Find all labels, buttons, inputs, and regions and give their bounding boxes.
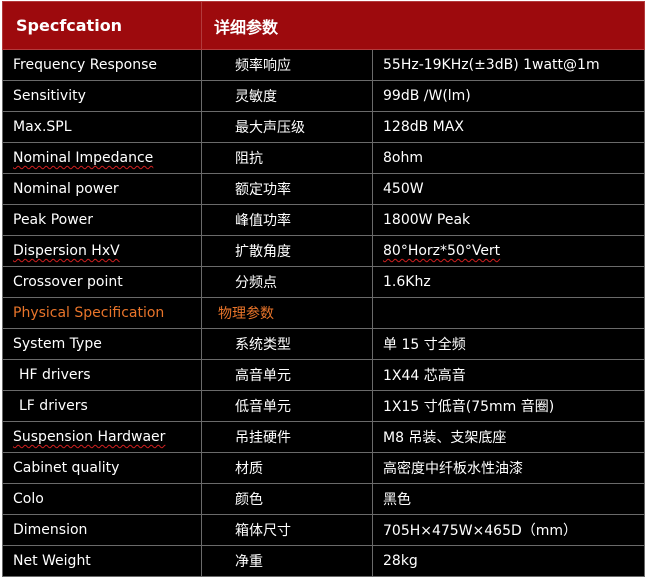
- spec-name: Peak Power: [2, 204, 202, 236]
- table-row: Colo 颜色 黑色: [2, 483, 645, 515]
- spec-name-cn: 分频点: [201, 266, 373, 298]
- table-row: Max.SPL 最大声压级 128dB MAX: [2, 111, 645, 143]
- spec-name-cn: 系统类型: [201, 328, 373, 360]
- spec-name: HF drivers: [19, 367, 91, 383]
- spec-value: 99dB /W(lm): [371, 80, 645, 112]
- spec-value: 55Hz-19KHz(±3dB) 1watt@1m: [371, 49, 645, 81]
- header-detail-label: 详细参数: [200, 1, 645, 50]
- spec-name-cell: Nominal Impedance: [2, 142, 202, 174]
- spec-name-cn: 吊挂硬件: [201, 421, 373, 453]
- table-row: Peak Power 峰值功率 1800W Peak: [2, 204, 645, 236]
- spec-name: System Type: [2, 328, 202, 360]
- spec-name: Max.SPL: [2, 111, 202, 143]
- table-row: LF drivers 低音单元 1X15 寸低音(75mm 音圈): [2, 390, 645, 422]
- spec-name-cn: 峰值功率: [201, 204, 373, 236]
- spec-value: 450W: [371, 173, 645, 205]
- spec-name: Cabinet quality: [2, 452, 202, 484]
- spec-name: Crossover point: [2, 266, 202, 298]
- section-row-physical: Physical Specification 物理参数: [2, 297, 645, 329]
- spec-name-cn: 扩散角度: [201, 235, 373, 267]
- table-row: Crossover point 分频点 1.6Khz: [2, 266, 645, 298]
- table-row: Frequency Response 频率响应 55Hz-19KHz(±3dB)…: [2, 49, 645, 81]
- section-title: Physical Specification: [2, 297, 202, 329]
- table-row: Cabinet quality 材质 高密度中纤板水性油漆: [2, 452, 645, 484]
- spec-name: Colo: [2, 483, 202, 515]
- spec-value: 1.6Khz: [371, 266, 645, 298]
- spec-name: Net Weight: [2, 545, 202, 577]
- spec-name-cn: 阻抗: [201, 142, 373, 174]
- spec-name: Frequency Response: [2, 49, 202, 81]
- spec-name-cn: 箱体尺寸: [201, 514, 373, 546]
- spec-name: Suspension Hardwaer: [13, 429, 166, 445]
- spec-value: 80°Horz*50°Vert: [383, 243, 501, 259]
- table-header-row: Specfcation 详细参数: [2, 1, 645, 50]
- spec-name-cn: 低音单元: [201, 390, 373, 422]
- spec-name: LF drivers: [19, 398, 88, 414]
- section-title-cn: 物理参数: [201, 297, 373, 329]
- spec-value: 1800W Peak: [371, 204, 645, 236]
- section-value: [371, 297, 645, 329]
- table-row: Dispersion HxV 扩散角度 80°Horz*50°Vert: [2, 235, 645, 267]
- table-row: Net Weight 净重 28kg: [2, 545, 645, 577]
- spec-name: Dimension: [2, 514, 202, 546]
- spec-name: Sensitivity: [2, 80, 202, 112]
- spec-name-cn: 净重: [201, 545, 373, 577]
- spec-value: M8 吊装、支架底座: [371, 421, 645, 453]
- spec-value: 黑色: [371, 483, 645, 515]
- spec-name-cn: 频率响应: [201, 49, 373, 81]
- spec-table: Specfcation 详细参数 Frequency Response 频率响应…: [2, 1, 645, 577]
- spec-name-cell: HF drivers: [2, 359, 202, 391]
- spec-name-cn: 最大声压级: [201, 111, 373, 143]
- spec-value: 高密度中纤板水性油漆: [371, 452, 645, 484]
- spec-name-cn: 灵敏度: [201, 80, 373, 112]
- spec-name-cell: Suspension Hardwaer: [2, 421, 202, 453]
- spec-value: 8ohm: [371, 142, 645, 174]
- spec-value: 1X44 芯高音: [371, 359, 645, 391]
- spec-name-cn: 颜色: [201, 483, 373, 515]
- spec-name: Nominal power: [2, 173, 202, 205]
- table-row: Sensitivity 灵敏度 99dB /W(lm): [2, 80, 645, 112]
- table-row: System Type 系统类型 单 15 寸全频: [2, 328, 645, 360]
- spec-value: 1X15 寸低音(75mm 音圈): [371, 390, 645, 422]
- spec-name-cell: LF drivers: [2, 390, 202, 422]
- table-row: Nominal power 额定功率 450W: [2, 173, 645, 205]
- table-row: Suspension Hardwaer 吊挂硬件 M8 吊装、支架底座: [2, 421, 645, 453]
- table-row: Nominal Impedance 阻抗 8ohm: [2, 142, 645, 174]
- spec-name: Dispersion HxV: [13, 243, 120, 259]
- spec-value: 单 15 寸全频: [371, 328, 645, 360]
- spec-value: 128dB MAX: [371, 111, 645, 143]
- spec-value: 28kg: [371, 545, 645, 577]
- spec-name-cell: Dispersion HxV: [2, 235, 202, 267]
- spec-name-cn: 高音单元: [201, 359, 373, 391]
- spec-name: Nominal Impedance: [13, 150, 154, 166]
- header-spec-label: Specfcation: [2, 1, 202, 50]
- table-row: HF drivers 高音单元 1X44 芯高音: [2, 359, 645, 391]
- spec-value-cell: 80°Horz*50°Vert: [371, 235, 645, 267]
- spec-name-cn: 额定功率: [201, 173, 373, 205]
- spec-name-cn: 材质: [201, 452, 373, 484]
- spec-value: 705H×475W×465D（mm）: [371, 514, 645, 546]
- table-row: Dimension 箱体尺寸 705H×475W×465D（mm）: [2, 514, 645, 546]
